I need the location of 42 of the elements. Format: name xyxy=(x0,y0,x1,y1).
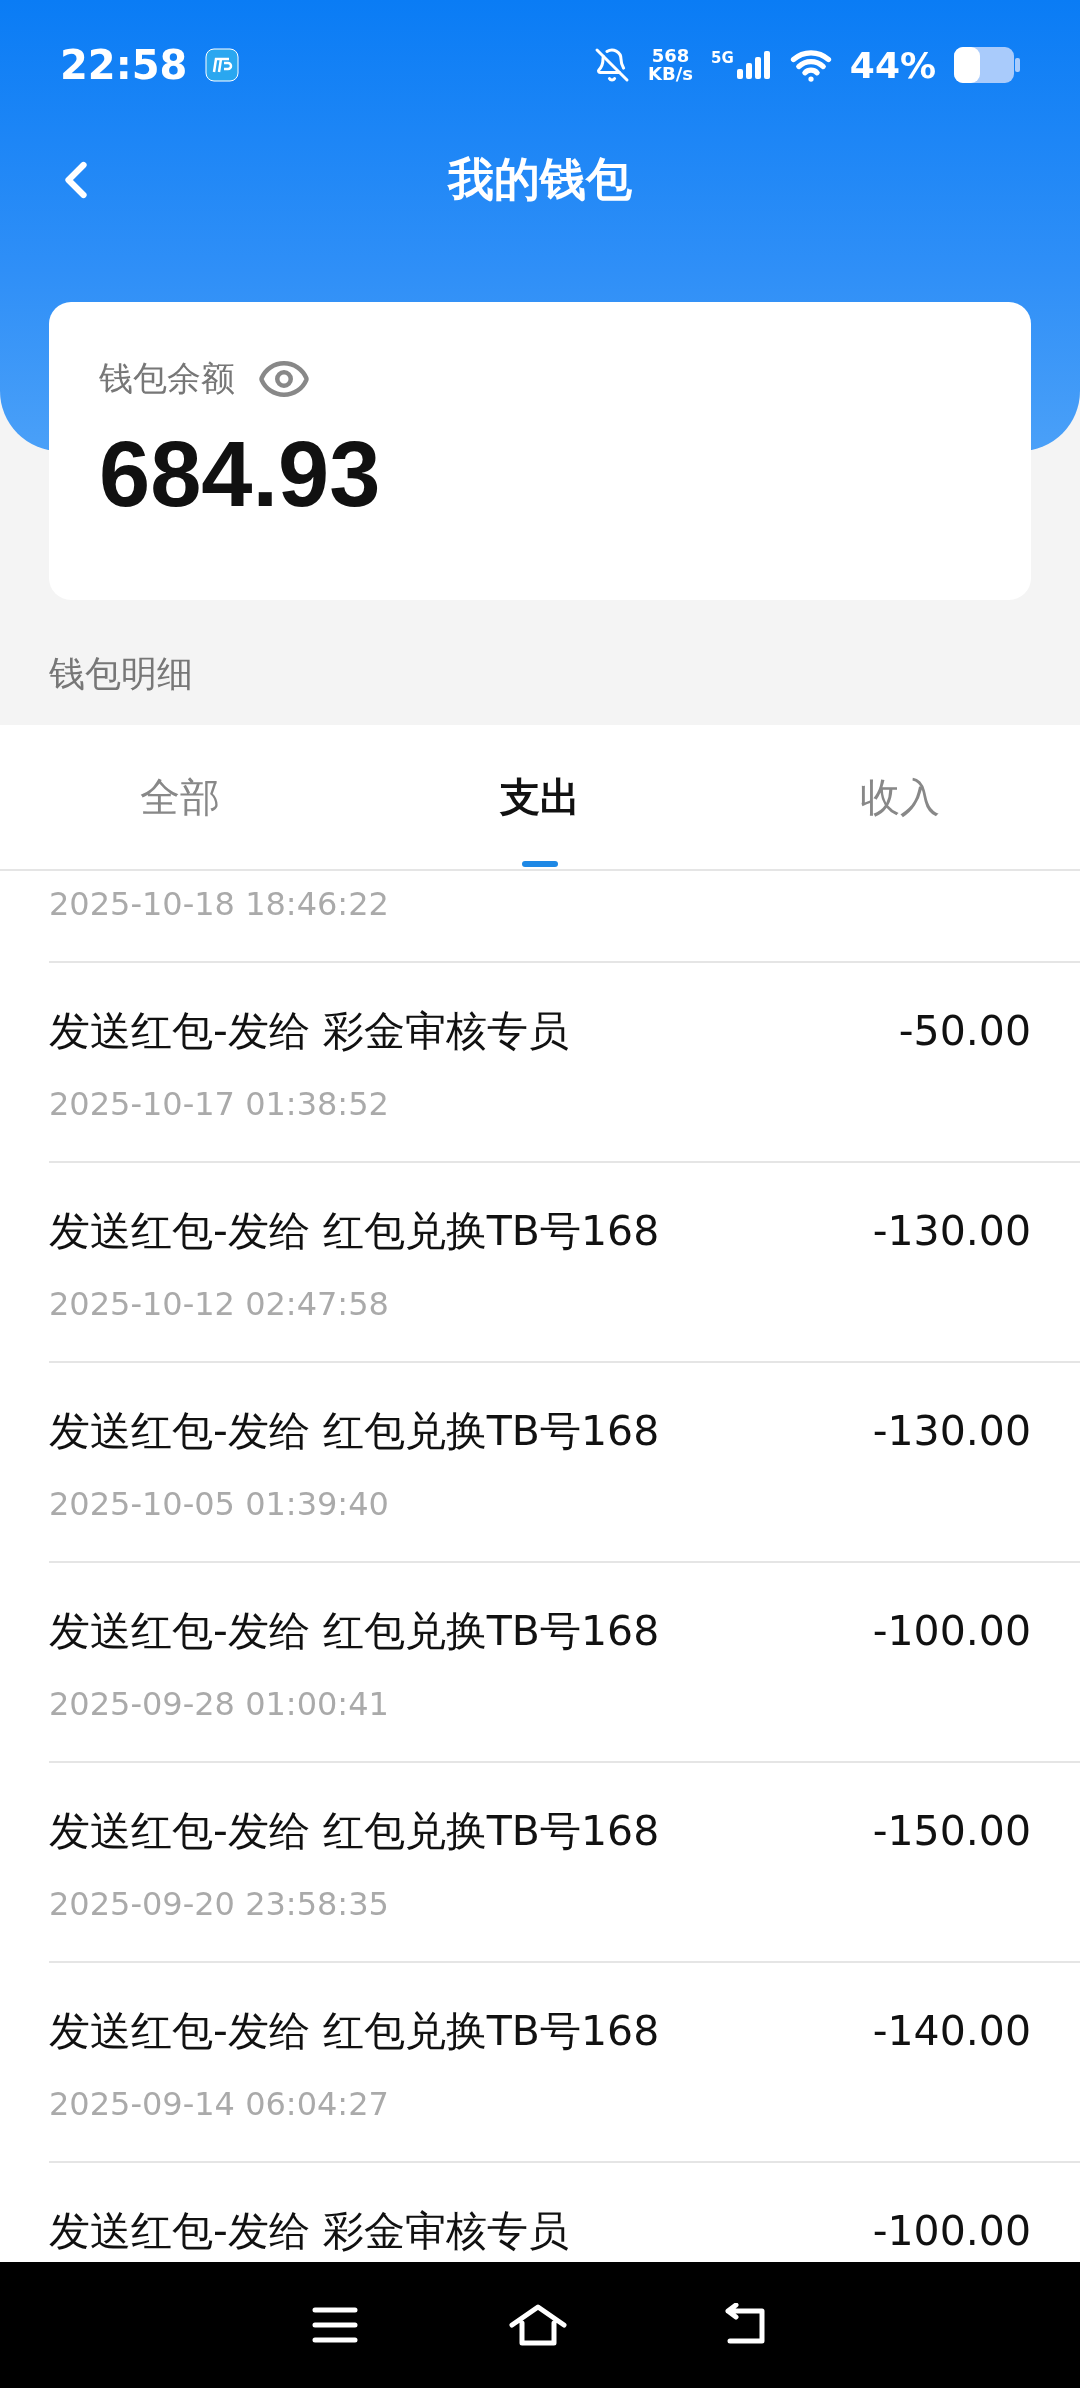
transaction-row[interactable]: 发送红包-发给 红包兑换TB号168 -130.00 2025-10-12 02:47:58 xyxy=(49,1163,1080,1363)
menu-button[interactable] xyxy=(312,2305,358,2345)
transaction-amount: -140.00 xyxy=(872,2007,1031,2055)
network-type: 5G xyxy=(711,49,734,67)
transaction-row[interactable]: 发送红包-发给 红包兑换TB号168 -140.00 2025-09-14 06:04:27 xyxy=(49,1963,1080,2163)
transaction-date: 2025-10-12 02:47:58 xyxy=(49,1284,390,1324)
home-button[interactable] xyxy=(508,2303,568,2347)
transaction-date: 2025-09-20 23:58:35 xyxy=(49,1884,390,1924)
app-notification-icon xyxy=(205,48,240,82)
transaction-date: 2025-10-05 01:39:40 xyxy=(49,1484,390,1524)
battery-percent: 44% xyxy=(849,44,936,86)
transaction-title: 发送红包-发给 红包兑换TB号168 xyxy=(49,1405,660,1457)
transaction-title: 发送红包-发给 红包兑换TB号168 xyxy=(49,1205,660,1257)
transaction-title: 发送红包-发给 彩金审核专员 xyxy=(49,1005,569,1057)
transaction-date: 2025-10-18 18:46:22 xyxy=(49,884,390,924)
transaction-title: 发送红包-发给 彩金审核专员 xyxy=(49,2205,569,2257)
transaction-title: 发送红包-发给 红包兑换TB号168 xyxy=(49,1605,660,1657)
transaction-row[interactable]: 发送红包-发给 彩金审核专员 -50.00 2025-10-17 01:38:52 xyxy=(49,963,1080,1163)
balance-label: 钱包余额 xyxy=(99,357,235,400)
transaction-amount: -100.00 xyxy=(872,2207,1031,2255)
transaction-amount: -130.00 xyxy=(872,1207,1031,1255)
transaction-title: 发送红包-发给 红包兑换TB号168 xyxy=(49,2005,660,2057)
transaction-row[interactable]: 发送红包-发给 红包兑换TB号168 -100.00 2025-09-28 01:00:41 xyxy=(49,1563,1080,1763)
net-speed-value: 568 xyxy=(651,47,690,65)
status-time: 22:58 xyxy=(60,42,188,88)
transaction-title: 发送红包-发给 红包兑换TB号168 xyxy=(49,1805,660,1857)
transaction-date: 2025-09-28 01:00:41 xyxy=(49,1684,390,1724)
battery-icon xyxy=(954,47,1020,83)
page-title: 我的钱包 xyxy=(448,151,632,208)
transaction-amount: -100.00 xyxy=(872,1607,1031,1655)
transaction-date: 2025-09-14 06:04:27 xyxy=(49,2084,390,2124)
transaction-amount: -150.00 xyxy=(872,1807,1031,1855)
transaction-amount: -130.00 xyxy=(872,1407,1031,1455)
transaction-row[interactable]: 发送红包-发给 红包兑换TB号168 -130.00 2025-10-05 01:39:40 xyxy=(49,1363,1080,1563)
section-title: 钱包明细 xyxy=(48,652,194,696)
transaction-amount: -50.00 xyxy=(898,1007,1031,1055)
signal-icon xyxy=(735,49,772,81)
transaction-row[interactable]: 发送红包-发给 红包兑换TB号168 -150.00 2025-09-20 23:58:35 xyxy=(49,1763,1080,1963)
bell-muted-icon xyxy=(594,47,631,83)
net-speed-unit: KB/s xyxy=(648,65,694,83)
transaction-date: 2025-10-17 01:38:52 xyxy=(49,1084,390,1124)
balance-amount: 684.93 xyxy=(99,428,382,520)
